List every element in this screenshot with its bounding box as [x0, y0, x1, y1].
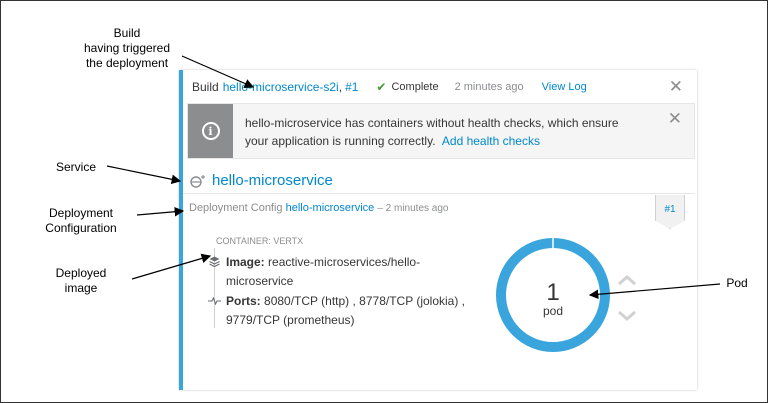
- arrow-service: [106, 165, 182, 185]
- arrow-deployment: [136, 206, 185, 217]
- arrow-image: [131, 253, 212, 280]
- arrow-pod: [588, 283, 721, 300]
- annotation-arrows: [106, 55, 721, 300]
- arrow-build: [181, 55, 255, 89]
